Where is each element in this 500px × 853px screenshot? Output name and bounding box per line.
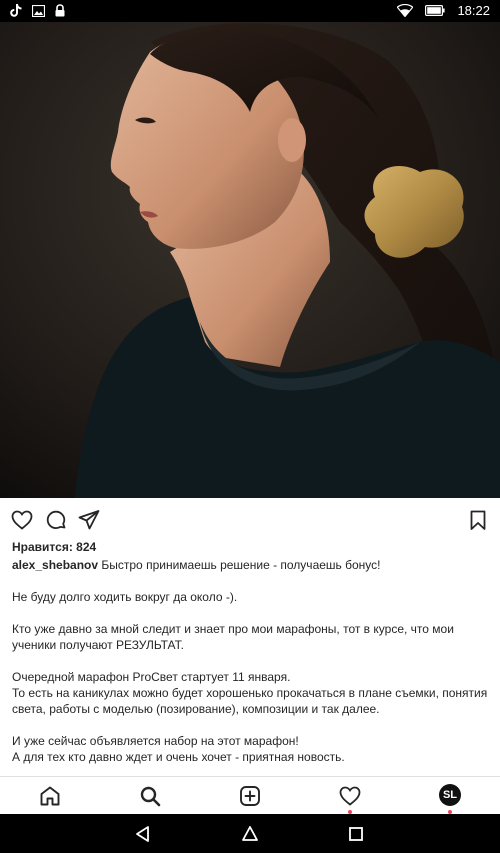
battery-icon: [425, 5, 446, 16]
comment-icon[interactable]: [44, 508, 68, 532]
caption-paragraph: И уже сейчас объявляется набор на этот м…: [12, 734, 345, 764]
tiktok-icon: [10, 4, 22, 17]
caption-paragraph: Кто уже давно за мной следит и знает про…: [12, 622, 454, 652]
back-icon[interactable]: [134, 825, 152, 843]
status-bar: 18:22: [0, 0, 500, 22]
portrait-illustration: [0, 22, 500, 498]
post-caption: alex_shebanov Быстро принимаешь решение …: [12, 557, 488, 776]
profile-avatar[interactable]: SL: [439, 784, 461, 806]
share-icon[interactable]: [77, 508, 101, 532]
post-details: Нравится: 824 alex_shebanov Быстро прини…: [0, 498, 500, 776]
caption-paragraph: Не буду долго ходить вокруг да около -).: [12, 590, 238, 604]
portrait-photo[interactable]: [0, 22, 500, 498]
search-icon[interactable]: [138, 784, 162, 808]
caption-first-line: alex_shebanov Быстро принимаешь решение …: [12, 557, 488, 573]
activity-icon[interactable]: [338, 784, 362, 808]
add-post-icon[interactable]: [238, 784, 262, 808]
bookmark-icon[interactable]: [466, 508, 490, 532]
status-time: 18:22: [457, 3, 490, 18]
system-nav-bar: [0, 814, 500, 853]
caption-paragraph: Очередной марафон ProСвет стартует 11 ян…: [12, 670, 488, 716]
home-icon[interactable]: [38, 784, 62, 808]
wifi-icon: [397, 4, 414, 17]
post-username[interactable]: alex_shebanov: [12, 558, 98, 572]
heart-icon[interactable]: [10, 508, 34, 532]
likes-count[interactable]: Нравится: 824: [12, 540, 96, 554]
caption-text: Быстро принимаешь решение - получаешь бо…: [101, 558, 381, 572]
image-icon: [32, 4, 45, 17]
bottom-nav: SL: [0, 776, 500, 814]
lock-icon: [55, 4, 65, 17]
recents-icon[interactable]: [347, 825, 365, 843]
post-actions-bar: [0, 498, 500, 538]
home-button-icon[interactable]: [241, 825, 259, 843]
